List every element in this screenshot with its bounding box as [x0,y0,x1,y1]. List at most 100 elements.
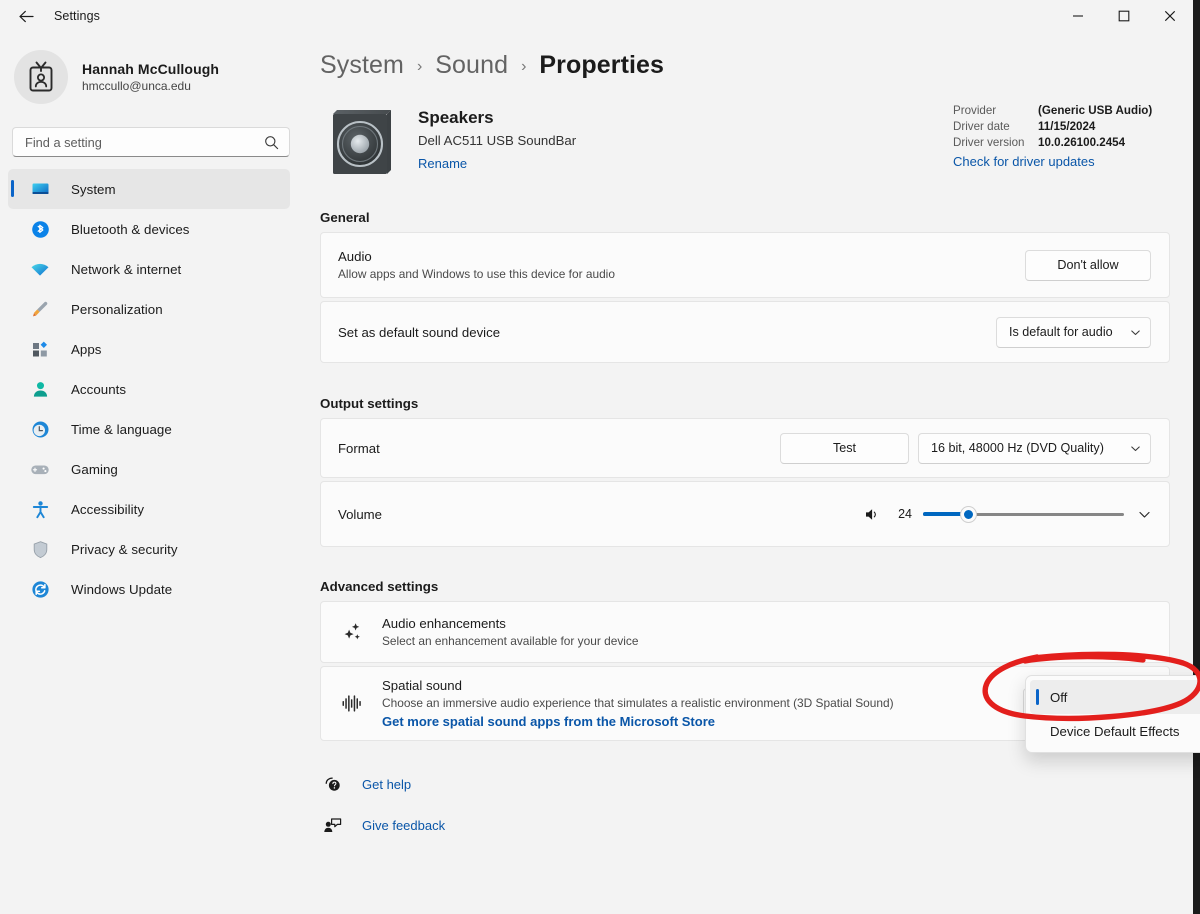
get-help-link[interactable]: Get help [362,777,411,792]
sidebar-item-label: Personalization [71,302,163,317]
breadcrumb-separator: › [521,58,526,76]
close-button[interactable] [1147,0,1193,32]
update-icon [30,579,50,599]
driver-version-value: 10.0.26100.2454 [1038,136,1125,149]
spatial-sound-store-link[interactable]: Get more spatial sound apps from the Mic… [382,714,715,729]
volume-value: 24 [890,507,912,521]
breadcrumb-properties: Properties [539,51,664,80]
waveform-icon [338,692,366,715]
bluetooth-icon [30,219,50,239]
dropdown-option-off[interactable]: Off [1030,680,1200,714]
sidebar-item-network-internet[interactable]: Network & internet [8,249,290,289]
audio-title: Audio [338,249,1025,264]
device-subtitle: Dell AC511 USB SoundBar [418,133,576,148]
sidebar-item-apps[interactable]: Apps [8,329,290,369]
default-device-dropdown[interactable]: Is default for audio [996,317,1151,348]
volume-expand-chevron-down-icon[interactable] [1138,508,1151,521]
format-dropdown[interactable]: 16 bit, 48000 Hz (DVD Quality) [918,433,1151,464]
output-settings-section: Output settings Format Test 16 bit, 4800… [300,396,1193,547]
dropdown-option-device-default-effects[interactable]: Device Default Effects [1030,714,1200,748]
feedback-icon [320,816,344,835]
minimize-button[interactable] [1055,0,1101,32]
audio-enhancements-dropdown-popup[interactable]: Off Device Default Effects [1025,675,1200,753]
audio-enhancements-card: Audio enhancements Select an enhancement… [320,601,1170,663]
device-name: Speakers [418,108,576,128]
dropdown-option-label: Off [1050,690,1067,705]
accessibility-icon [30,499,50,519]
audio-subtitle: Allow apps and Windows to use this devic… [338,267,1025,281]
sidebar-item-label: System [71,182,116,197]
sidebar-item-label: Accessibility [71,502,144,517]
minimize-icon [1072,10,1084,22]
back-arrow-icon [18,8,35,25]
sidebar-item-label: Privacy & security [71,542,178,557]
format-test-button[interactable]: Test [780,433,909,464]
driver-provider-label: Provider [953,104,1038,117]
audio-allow-button[interactable]: Don't allow [1025,250,1151,281]
driver-date-value: 11/15/2024 [1038,120,1095,133]
volume-title: Volume [338,507,863,522]
audio-enhancements-subtitle: Select an enhancement available for your… [382,634,1151,648]
slider-thumb[interactable] [961,507,976,522]
sidebar-item-time-language[interactable]: Time & language [8,409,290,449]
default-device-value: Is default for audio [1009,325,1113,339]
check-driver-updates-link[interactable]: Check for driver updates [953,154,1095,169]
get-help-row[interactable]: Get help [320,768,1193,801]
volume-slider[interactable] [923,505,1124,523]
avatar [14,50,68,104]
default-device-card: Set as default sound device Is default f… [320,301,1170,363]
dropdown-option-label: Device Default Effects [1050,724,1180,739]
search-input[interactable] [13,135,238,150]
sidebar-item-label: Time & language [71,422,172,437]
sidebar-item-privacy-security[interactable]: Privacy & security [8,529,290,569]
gamepad-icon [30,459,50,479]
clock-icon [30,419,50,439]
search-icon [264,135,279,155]
default-device-title: Set as default sound device [338,325,996,340]
sidebar-item-accessibility[interactable]: Accessibility [8,489,290,529]
window-title: Settings [54,9,100,23]
sidebar: Hannah McCullough hmccullo@unca.edu [0,32,300,914]
sidebar-item-bluetooth-devices[interactable]: Bluetooth & devices [8,209,290,249]
device-header: Speakers Dell AC511 USB SoundBar Rename … [300,80,1193,176]
maximize-button[interactable] [1101,0,1147,32]
format-card: Format Test 16 bit, 48000 Hz (DVD Qualit… [320,418,1170,478]
account-section[interactable]: Hannah McCullough hmccullo@unca.edu [0,32,300,104]
sidebar-item-accounts[interactable]: Accounts [8,369,290,409]
breadcrumb-separator: › [417,58,422,76]
sidebar-item-system[interactable]: System [8,169,290,209]
general-section: General Audio Allow apps and Windows to … [300,210,1193,363]
account-name: Hannah McCullough [82,61,219,77]
sidebar-item-personalization[interactable]: Personalization [8,289,290,329]
monitor-icon [30,179,50,199]
sidebar-item-gaming[interactable]: Gaming [8,449,290,489]
breadcrumb: System › Sound › Properties [300,32,1193,80]
person-icon [30,379,50,399]
volume-control: 24 [863,505,1151,523]
driver-provider-value: (Generic USB Audio) [1038,104,1152,117]
sparkles-icon [338,621,366,644]
search-box[interactable] [12,127,290,157]
general-heading: General [320,210,1193,225]
chevron-down-icon [1130,327,1141,338]
breadcrumb-system[interactable]: System [320,51,404,80]
sidebar-item-label: Accounts [71,382,126,397]
rename-link[interactable]: Rename [418,156,467,171]
back-button[interactable] [8,0,44,32]
format-title: Format [338,441,780,456]
settings-window: Settings [0,0,1200,914]
advanced-heading: Advanced settings [320,579,1193,594]
driver-version-label: Driver version [953,136,1038,149]
give-feedback-row[interactable]: Give feedback [320,809,1193,842]
paintbrush-icon [30,299,50,319]
sidebar-item-windows-update[interactable]: Windows Update [8,569,290,609]
give-feedback-link[interactable]: Give feedback [362,818,445,833]
spatial-sound-subtitle: Choose an immersive audio experience tha… [382,696,1023,710]
help-icon [320,775,344,794]
speaker-volume-icon[interactable] [863,506,880,523]
apps-icon [30,339,50,359]
sidebar-item-label: Network & internet [71,262,181,277]
breadcrumb-sound[interactable]: Sound [435,51,508,80]
sidebar-item-label: Apps [71,342,102,357]
window-controls [1055,0,1193,32]
